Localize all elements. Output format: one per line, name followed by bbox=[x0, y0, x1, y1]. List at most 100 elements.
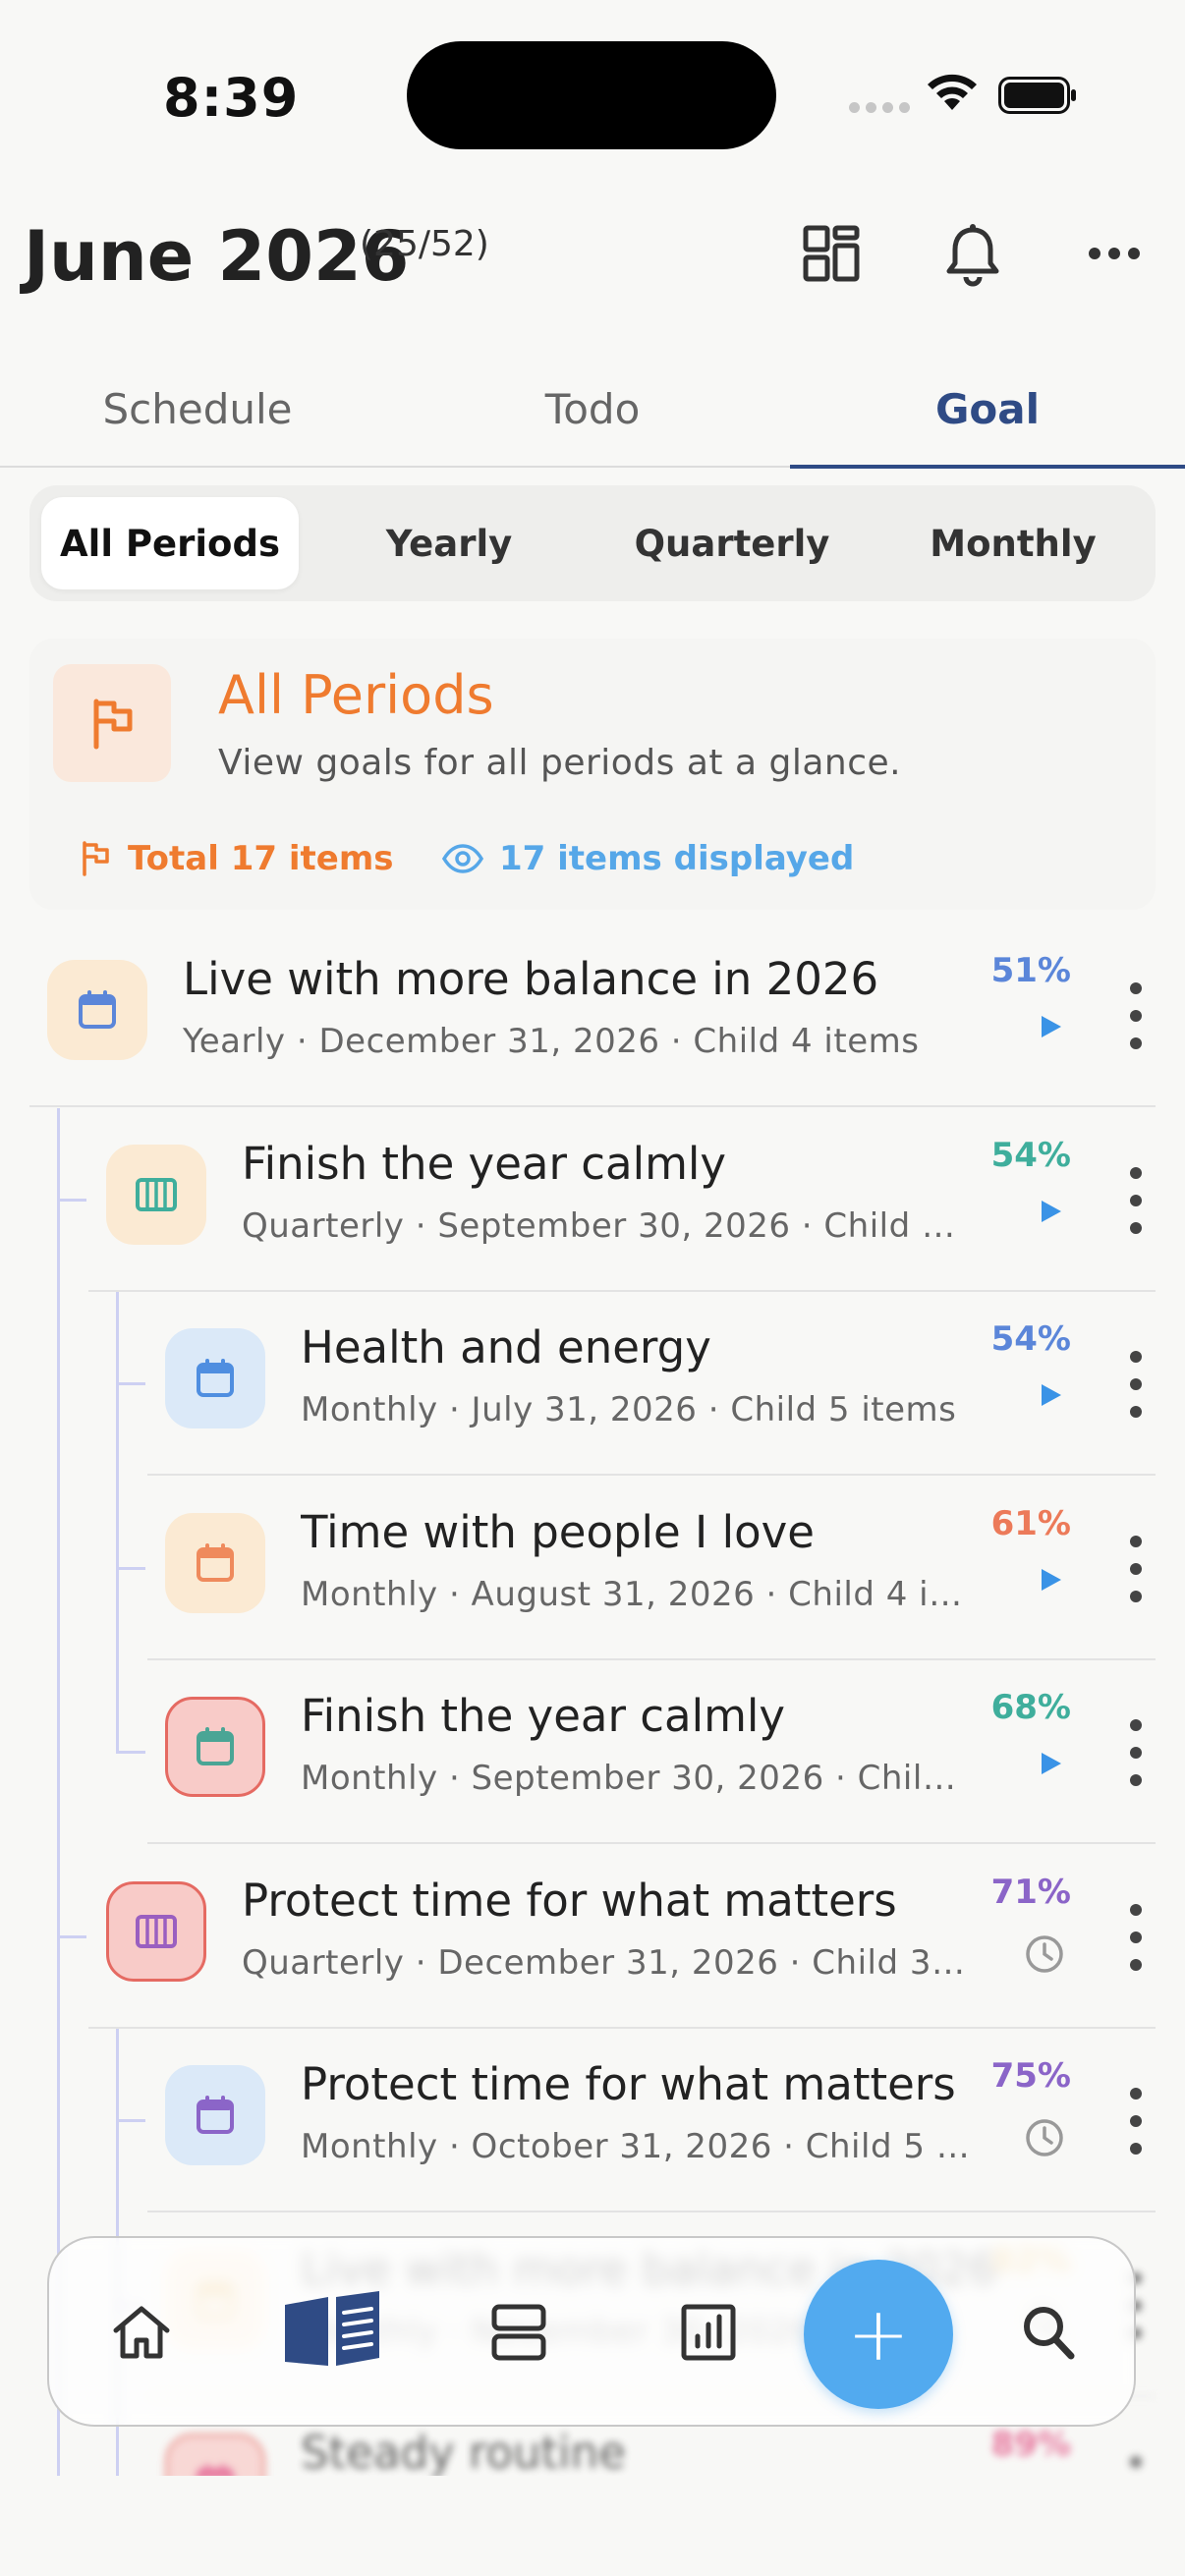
goal-meta: Monthly · October 31, 2026 · Child 5 ite… bbox=[301, 2127, 973, 2166]
period-quarterly[interactable]: Quarterly bbox=[603, 497, 861, 589]
tree-connector bbox=[116, 1566, 145, 1570]
tree-connector bbox=[116, 1292, 119, 1751]
goal-more-icon[interactable] bbox=[1116, 2448, 1156, 2476]
displayed-items-stat: 17 items displayed bbox=[442, 839, 854, 878]
plus-icon: + bbox=[847, 2290, 910, 2378]
play-icon[interactable] bbox=[1036, 1380, 1065, 1414]
quarter-calendar-icon bbox=[106, 1880, 206, 1982]
goal-progress: 71% bbox=[990, 1872, 1071, 1912]
page-title[interactable]: June 2026 bbox=[24, 216, 409, 297]
period-yearly[interactable]: Yearly bbox=[320, 497, 578, 589]
goal-meta: Monthly · September 30, 2026 · Child 3 i… bbox=[301, 1759, 973, 1798]
period-monthly[interactable]: Monthly bbox=[884, 497, 1142, 589]
tab-goal[interactable]: Goal bbox=[790, 350, 1185, 468]
summary-description: View goals for all periods at a glance. bbox=[218, 743, 902, 783]
bell-icon[interactable] bbox=[943, 224, 1002, 287]
summary-title: All Periods bbox=[218, 664, 494, 726]
goal-meta: Monthly · August 31, 2026 · Child 4 item… bbox=[301, 1574, 973, 1614]
play-icon[interactable] bbox=[1036, 1197, 1065, 1230]
goal-more-icon[interactable] bbox=[1116, 1343, 1156, 1426]
goal-progress: 75% bbox=[990, 2056, 1071, 2096]
calendar-icon bbox=[165, 1328, 265, 1428]
week-indicator: (25/52) bbox=[360, 224, 489, 264]
wifi-icon bbox=[928, 74, 977, 110]
calendar-icon bbox=[47, 960, 147, 1060]
more-icon[interactable] bbox=[1087, 224, 1142, 283]
goal-progress: 51% bbox=[990, 951, 1071, 990]
book-icon[interactable] bbox=[281, 2289, 383, 2370]
goal-more-icon[interactable] bbox=[1116, 1528, 1156, 1610]
total-items-stat: Total 17 items bbox=[81, 839, 394, 878]
tree-connector bbox=[57, 1198, 86, 1202]
eye-icon bbox=[442, 844, 483, 873]
chart-icon[interactable] bbox=[680, 2303, 737, 2362]
period-all[interactable]: All Periods bbox=[41, 497, 299, 589]
status-time: 8:39 bbox=[163, 67, 300, 129]
goal-row[interactable]: Finish the year calmly Monthly · Septembe… bbox=[0, 1660, 1185, 1844]
goal-title: Health and energy bbox=[301, 1321, 711, 1373]
play-icon[interactable] bbox=[1036, 1749, 1065, 1782]
goal-progress: 68% bbox=[990, 1688, 1071, 1727]
goal-title: Finish the year calmly bbox=[301, 1690, 786, 1742]
goal-more-icon[interactable] bbox=[1116, 975, 1156, 1057]
goal-row[interactable]: Finish the year calmly Quarterly · Septem… bbox=[0, 1108, 1185, 1292]
active-tab-indicator bbox=[790, 465, 1185, 469]
cellular-signal-icon bbox=[849, 102, 910, 113]
flag-outline-icon bbox=[83, 841, 109, 876]
goal-more-icon[interactable] bbox=[1116, 1159, 1156, 1242]
goal-meta: Yearly · December 31, 2026 · Child 4 ite… bbox=[183, 1022, 920, 1061]
flag-icon bbox=[53, 664, 171, 782]
tree-connector bbox=[57, 1934, 86, 1938]
goal-more-icon[interactable] bbox=[1116, 1896, 1156, 1979]
goal-more-icon[interactable] bbox=[1116, 2080, 1156, 2162]
app-header: June 2026 (25/52) bbox=[0, 196, 1185, 314]
search-icon[interactable] bbox=[1020, 2303, 1077, 2362]
goal-meta: Quarterly · September 30, 2026 · Child 3… bbox=[242, 1205, 973, 1246]
quarter-calendar-icon bbox=[106, 1144, 206, 1245]
stack-icon[interactable] bbox=[491, 2303, 546, 2362]
displayed-items-label: 17 items displayed bbox=[499, 839, 855, 878]
goal-title: Protect time for what matters bbox=[301, 2058, 956, 2110]
calendar-icon bbox=[165, 2434, 265, 2476]
goal-row[interactable]: Live with more balance in 2026 Yearly · D… bbox=[0, 924, 1185, 1107]
goal-meta: Monthly · July 31, 2026 · Child 5 items bbox=[301, 1390, 957, 1429]
grid-icon[interactable] bbox=[802, 224, 861, 283]
goal-title: Steady routine bbox=[301, 2427, 626, 2476]
period-filter: All Periods Yearly Quarterly Monthly bbox=[29, 485, 1156, 601]
bottom-nav: + bbox=[47, 2236, 1136, 2427]
tab-bar: Schedule Todo Goal bbox=[0, 350, 1185, 469]
dynamic-island bbox=[407, 41, 776, 149]
tab-todo[interactable]: Todo bbox=[395, 350, 790, 468]
calendar-icon bbox=[165, 1697, 265, 1797]
goal-title: Live with more balance in 2026 bbox=[183, 953, 879, 1005]
add-button[interactable]: + bbox=[804, 2260, 953, 2409]
play-icon[interactable] bbox=[1036, 1565, 1065, 1598]
goal-more-icon[interactable] bbox=[1116, 1711, 1156, 1794]
calendar-icon bbox=[165, 2065, 265, 2165]
battery-icon bbox=[998, 77, 1076, 114]
total-items-label: Total 17 items bbox=[128, 839, 394, 878]
clock-icon[interactable] bbox=[1024, 1933, 1065, 1979]
goal-progress: 54% bbox=[990, 1135, 1071, 1175]
summary-card: All Periods View goals for all periods a… bbox=[29, 639, 1156, 910]
play-icon[interactable] bbox=[1036, 1012, 1065, 1045]
tab-schedule[interactable]: Schedule bbox=[0, 350, 395, 468]
goal-progress: 54% bbox=[990, 1319, 1071, 1359]
goal-row[interactable]: Protect time for what matters Monthly · O… bbox=[0, 2029, 1185, 2212]
goal-progress: 61% bbox=[990, 1503, 1071, 1543]
goal-progress: 89% bbox=[990, 2425, 1071, 2464]
goal-title: Time with people I love bbox=[301, 1505, 815, 1558]
goal-meta: Quarterly · December 31, 2026 · Child 3 … bbox=[242, 1942, 973, 1983]
goal-title: Protect time for what matters bbox=[242, 1874, 897, 1927]
clock-icon[interactable] bbox=[1024, 2117, 1065, 2162]
tree-connector bbox=[116, 2119, 145, 2122]
goal-row[interactable]: Health and energy Monthly · July 31, 2026… bbox=[0, 1292, 1185, 1476]
status-bar: 8:39 bbox=[0, 0, 1185, 187]
home-icon[interactable] bbox=[110, 2303, 173, 2362]
goal-title: Finish the year calmly bbox=[242, 1137, 727, 1190]
calendar-icon bbox=[165, 1512, 265, 1613]
goal-row[interactable]: Protect time for what matters Quarterly ·… bbox=[0, 1845, 1185, 2029]
tree-connector bbox=[116, 1382, 145, 1385]
tree-connector bbox=[116, 1751, 145, 1754]
goal-row[interactable]: Time with people I love Monthly · August … bbox=[0, 1477, 1185, 1660]
